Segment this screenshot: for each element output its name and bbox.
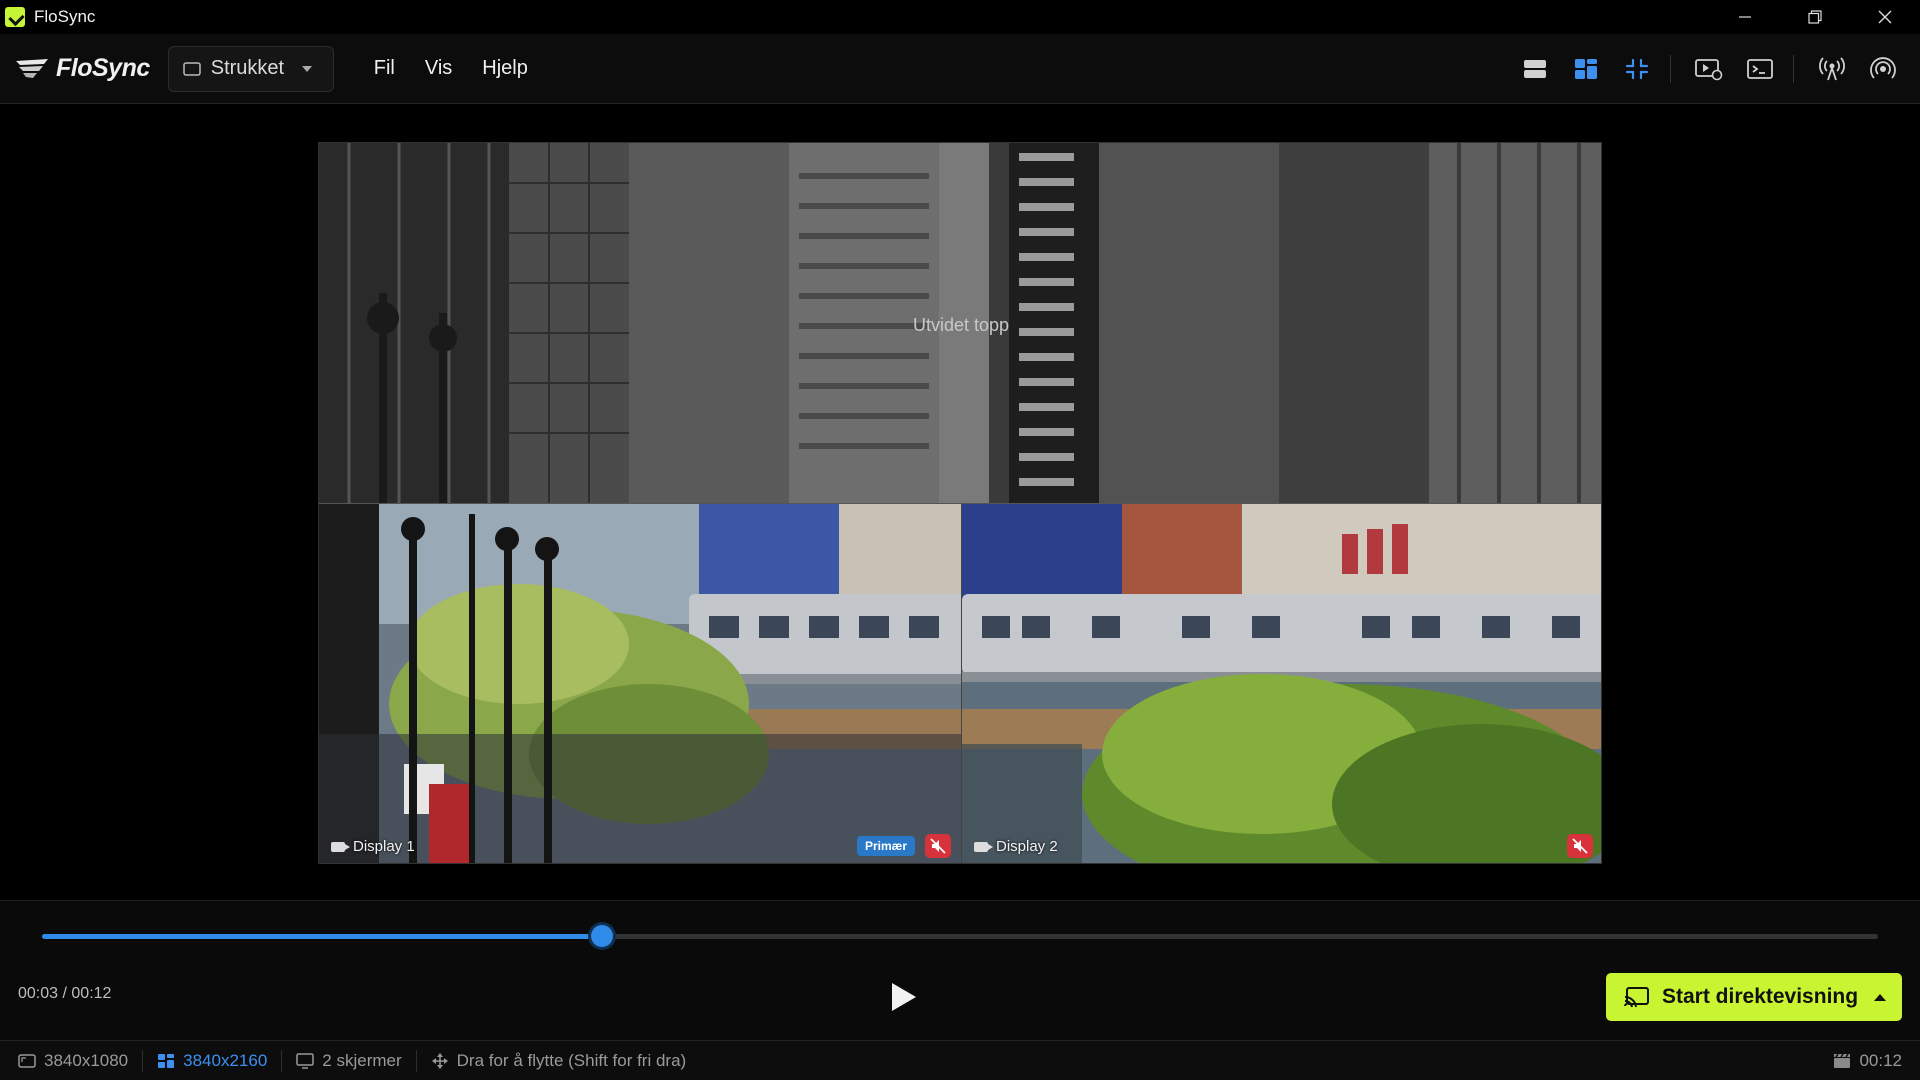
toolbar-separator <box>1670 55 1671 83</box>
preview-stage: Utvidet topp Display 1 Primær Display 2 <box>0 105 1920 900</box>
broadcast-button[interactable] <box>1809 46 1855 92</box>
mute-icon <box>1572 838 1588 854</box>
terminal-button[interactable] <box>1737 46 1783 92</box>
seek-bar-progress <box>42 934 602 939</box>
display-2-label: Display 2 <box>974 838 1058 855</box>
start-live-button[interactable]: Start direktevisning <box>1606 973 1902 1021</box>
current-time: 00:03 <box>18 985 59 1002</box>
display-1-label: Display 1 <box>331 838 415 855</box>
status-resolution-grid[interactable]: 3840x2160 <box>143 1049 283 1072</box>
menu-fil[interactable]: Fil <box>374 57 395 80</box>
display-2-image <box>962 504 1601 863</box>
menu-bar: FloSync Strukket Fil Vis Hjelp <box>0 34 1920 104</box>
status-drag-hint: Dra for å flytte (Shift for fri dra) <box>417 1050 701 1072</box>
extended-top-label: Utvidet topp <box>912 315 1010 335</box>
minimize-icon <box>1739 16 1751 18</box>
display-1-region[interactable]: Display 1 Primær <box>319 503 961 863</box>
menu-hjelp[interactable]: Hjelp <box>482 57 528 80</box>
display-1-name: Display 1 <box>353 838 415 855</box>
camera-icon <box>331 841 350 852</box>
broadcast-icon <box>1819 57 1845 81</box>
monitor-icon <box>296 1052 315 1069</box>
toolbar-separator <box>1793 55 1794 83</box>
status-screen-count-text: 2 skjermer <box>322 1050 402 1070</box>
playback-controls: 00:03 / 00:12 Start direktevisning <box>0 900 1920 1040</box>
extended-top-region[interactable]: Utvidet topp <box>319 143 1601 503</box>
display-preview[interactable]: Utvidet topp Display 1 Primær Display 2 <box>318 142 1602 864</box>
status-resolution-extended[interactable]: 3840x1080 <box>0 1049 144 1072</box>
close-icon <box>1878 10 1892 24</box>
app-icon <box>5 7 25 27</box>
status-duration-text: 00:12 <box>1859 1051 1902 1070</box>
mode-select-value: Strukket <box>210 57 285 79</box>
display-1-mute-button[interactable] <box>925 834 951 858</box>
cast-icon <box>1624 987 1649 1008</box>
time-readout: 00:03 / 00:12 <box>18 985 111 1003</box>
primary-badge: Primær <box>856 836 915 856</box>
minimize-button[interactable] <box>1710 0 1780 34</box>
total-time: 00:12 <box>71 985 112 1002</box>
chevron-down-icon <box>302 65 313 72</box>
mute-icon <box>930 838 946 854</box>
chevron-up-icon[interactable] <box>1874 993 1887 1001</box>
start-live-label: Start direktevisning <box>1662 985 1859 1008</box>
title-bar: FloSync <box>0 0 1920 34</box>
status-screen-count: 2 skjermer <box>282 1049 417 1072</box>
window-controls <box>1710 0 1920 34</box>
display-2-mute-button[interactable] <box>1567 834 1593 858</box>
collapse-button[interactable] <box>1614 46 1660 92</box>
layout-grid-button[interactable] <box>1563 46 1609 92</box>
toolbar <box>1507 34 1906 104</box>
play-button[interactable] <box>886 977 920 1017</box>
status-bar: 3840x1080 3840x2160 2 skjermer Dra for å… <box>0 1040 1920 1080</box>
video-settings-button[interactable] <box>1686 46 1732 92</box>
restore-button[interactable] <box>1780 0 1850 34</box>
status-resolution-grid-text: 3840x2160 <box>183 1050 268 1070</box>
display-2-region[interactable]: Display 2 <box>961 503 1601 863</box>
status-duration: 00:12 <box>1833 1041 1902 1080</box>
window-title: FloSync <box>34 7 96 26</box>
logo-wing-icon <box>16 58 48 78</box>
layout-grid-icon <box>1575 59 1597 79</box>
menu-vis[interactable]: Vis <box>425 57 452 80</box>
status-drag-hint-text: Dra for å flytte (Shift for fri dra) <box>456 1050 687 1070</box>
mode-select[interactable]: Strukket <box>167 45 334 92</box>
collapse-icon <box>1625 58 1649 80</box>
signal-icon <box>1870 57 1896 79</box>
seek-bar-handle[interactable] <box>590 925 613 947</box>
display-2-name: Display 2 <box>996 838 1058 855</box>
clapperboard-icon <box>1834 1053 1851 1068</box>
video-settings-icon <box>1695 59 1723 81</box>
layout-rows-icon <box>1524 60 1546 78</box>
seek-bar[interactable] <box>42 925 1878 947</box>
aspect-ratio-icon <box>18 1053 36 1068</box>
move-icon <box>431 1052 448 1069</box>
camera-icon <box>974 841 993 852</box>
layout-rows-button[interactable] <box>1512 46 1558 92</box>
logo-text: FloSync <box>56 54 150 82</box>
close-button[interactable] <box>1850 0 1920 34</box>
status-resolution-extended-text: 3840x1080 <box>44 1050 129 1070</box>
layout-grid-icon <box>158 1053 175 1068</box>
app-logo: FloSync <box>14 54 150 83</box>
display-1-image <box>319 504 961 863</box>
signal-button[interactable] <box>1860 46 1906 92</box>
restore-icon <box>1808 10 1822 24</box>
monitor-icon <box>183 61 201 76</box>
play-icon <box>892 983 916 1011</box>
time-separator: / <box>58 985 72 1002</box>
terminal-icon <box>1747 59 1773 79</box>
